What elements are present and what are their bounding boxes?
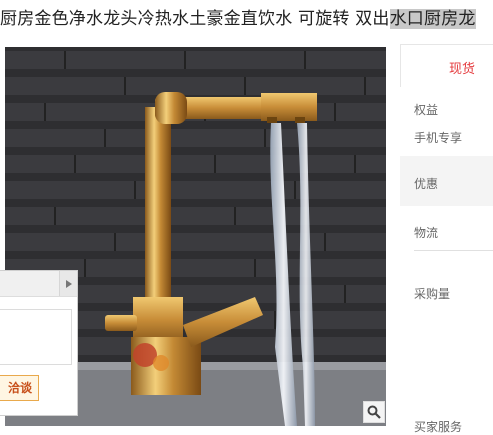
arrow-right-icon [65,279,72,288]
coupon-label: 优惠 [414,177,439,191]
zoom-button[interactable] [363,401,385,423]
sidebar-divider [414,250,493,251]
chat-panel: 洽谈 [0,270,78,416]
tab-in-stock-label: 现货 [449,62,476,77]
magnifier-icon [367,405,381,419]
chat-panel-header [0,271,77,297]
chat-negotiate-button[interactable]: 洽谈 [0,375,39,401]
product-title-main: 厨房金色净水龙头冷热水土豪金直饮水 可旋转 双出 [0,9,390,29]
logistics-label: 物流 [414,226,439,240]
chat-message-input[interactable] [0,309,72,365]
tab-in-stock[interactable]: 现货 [400,44,493,87]
product-title-highlight: 水口厨房龙 [389,9,476,29]
buyer-service-label: 买家服务 [414,420,463,434]
purchase-quantity-label: 采购量 [414,287,451,301]
mobile-exclusive-label: 手机专享 [414,131,463,145]
sidebar: 现货 权益 手机专享 优惠 物流 采购量 买家服务 [400,44,493,434]
product-title: 厨房金色净水龙头冷热水土豪金直饮水 可旋转 双出水口厨房龙 [0,0,493,40]
chat-toggle-button[interactable] [59,271,77,296]
rights-label: 权益 [414,103,439,117]
